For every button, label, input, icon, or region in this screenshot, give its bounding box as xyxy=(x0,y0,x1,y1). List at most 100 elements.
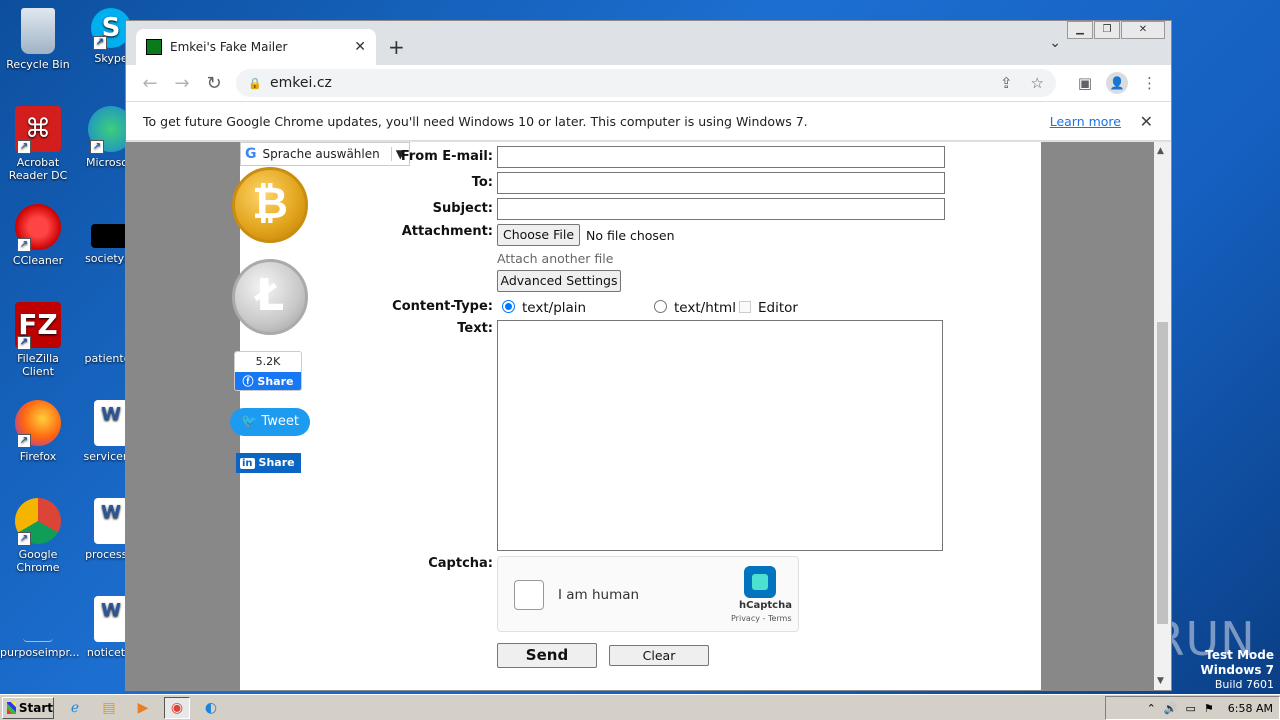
desktop-icon-firefox[interactable]: ↗ Firefox xyxy=(0,400,76,463)
litecoin-icon[interactable]: Ł xyxy=(232,259,308,335)
taskbar-explorer-icon[interactable]: ▤ xyxy=(96,697,122,719)
tab-close-icon[interactable]: ✕ xyxy=(354,39,366,55)
new-tab-icon[interactable]: + xyxy=(388,35,405,59)
clock[interactable]: 6:58 AM xyxy=(1228,702,1273,715)
desktop-icon-label: Recycle Bin xyxy=(6,58,70,71)
scroll-up-arrow-icon[interactable]: ▲ xyxy=(1157,146,1164,156)
taskbar-chrome-icon[interactable]: ◉ xyxy=(164,696,190,719)
advanced-settings-button[interactable]: Advanced Settings xyxy=(497,270,621,292)
tray-expand-icon[interactable]: ⌃ xyxy=(1147,702,1156,715)
lock-icon[interactable]: 🔒 xyxy=(248,77,262,90)
flag-icon[interactable]: ⚑ xyxy=(1204,702,1214,715)
learn-more-link[interactable]: Learn more xyxy=(1050,114,1121,129)
window-controls: ▁ ❐ ✕ xyxy=(1066,21,1165,39)
editor-checkbox[interactable] xyxy=(739,301,751,313)
share-icon[interactable]: ⇪ xyxy=(1000,74,1013,92)
desktop-icon-recycle-bin[interactable]: Recycle Bin xyxy=(0,8,76,71)
desktop-icon-label: Acrobat Reader DC xyxy=(8,156,68,182)
bitcoin-icon[interactable]: ₿ xyxy=(232,167,308,243)
start-button[interactable]: Start xyxy=(2,696,54,719)
close-window-button[interactable]: ✕ xyxy=(1121,21,1165,39)
desktop-icon-purposeimpr[interactable]: purposeimpr... xyxy=(0,596,80,659)
from-email-input[interactable] xyxy=(497,146,945,168)
browser-toolbar: ← → ↻ 🔒 emkei.cz ⇪ ☆ ▣ 👤 ⋮ xyxy=(126,65,1171,101)
bookmark-star-icon[interactable]: ☆ xyxy=(1031,74,1044,92)
page-scrollbar[interactable]: ▲ ▼ xyxy=(1154,142,1171,690)
desktop-icon-label: purposeimpr... xyxy=(0,646,80,659)
fb-share-button[interactable]: ⓕ Share xyxy=(235,372,301,390)
back-icon[interactable]: ← xyxy=(134,73,166,94)
desktop-icon-chrome[interactable]: ↗ Google Chrome xyxy=(0,498,76,574)
attach-another-file-link[interactable]: Attach another file xyxy=(497,251,613,266)
facebook-share-widget[interactable]: 5.2K ⓕ Share xyxy=(234,351,302,391)
tweet-label: Tweet xyxy=(261,414,299,429)
captcha-privacy-terms-links[interactable]: Privacy - Terms xyxy=(731,614,792,623)
send-button[interactable]: Send xyxy=(497,643,597,668)
text-label: Text: xyxy=(457,321,493,336)
minimize-button[interactable]: ▁ xyxy=(1067,21,1093,39)
profile-icon[interactable]: 👤 xyxy=(1106,72,1128,94)
chrome-window: Emkei's Fake Mailer ✕ + ⌄ ▁ ❐ ✕ ← → ↻ 🔒 … xyxy=(125,20,1172,691)
word-doc-icon: W xyxy=(94,498,128,544)
google-translate-select[interactable]: G Sprache auswählen ▼ xyxy=(240,142,410,166)
address-bar[interactable]: 🔒 emkei.cz ⇪ ☆ xyxy=(236,69,1056,97)
message-textarea[interactable] xyxy=(497,320,943,551)
forward-icon[interactable]: → xyxy=(166,73,198,94)
captcha-label: Captcha: xyxy=(428,556,493,571)
firefox-icon: ↗ xyxy=(15,400,61,448)
text-html-radio[interactable] xyxy=(654,300,667,313)
to-label: To: xyxy=(471,175,493,190)
tab-title: Emkei's Fake Mailer xyxy=(170,40,288,54)
page-viewport: G Sprache auswählen ▼ ₿ Ł 5.2K ⓕ Share 🐦… xyxy=(126,142,1155,690)
taskbar-edge-icon[interactable]: ◐ xyxy=(198,697,224,719)
taskbar-media-player-icon[interactable]: ▶ xyxy=(130,697,156,719)
system-tray: ⌃ 🔊 ▭ ⚑ 6:58 AM xyxy=(1105,696,1280,720)
subject-input[interactable] xyxy=(497,198,945,220)
tab-search-icon[interactable]: ⌄ xyxy=(1049,35,1061,51)
side-panel-icon[interactable]: ▣ xyxy=(1078,74,1092,92)
volume-icon[interactable]: 🔊 xyxy=(1164,702,1178,715)
file-icon xyxy=(23,596,53,642)
linkedin-icon: in xyxy=(240,458,255,469)
watermark-line2: Windows 7 xyxy=(1200,663,1274,677)
linkedin-share-button[interactable]: in Share xyxy=(236,453,301,473)
desktop-icon-filezilla[interactable]: FZ ↗ FileZilla Client xyxy=(0,302,76,378)
filezilla-icon: FZ ↗ xyxy=(15,302,61,350)
network-icon[interactable]: ▭ xyxy=(1186,702,1196,715)
text-html-label: text/html xyxy=(674,300,736,316)
to-input[interactable] xyxy=(497,172,945,194)
fb-share-label: Share xyxy=(257,375,294,388)
watermark-line1: Test Mode xyxy=(1205,648,1274,662)
infobar-close-icon[interactable]: ✕ xyxy=(1140,112,1153,131)
recycle-bin-icon xyxy=(21,8,55,54)
desktop-icon-acrobat[interactable]: ⌘ ↗ Acrobat Reader DC xyxy=(0,106,76,182)
subject-label: Subject: xyxy=(432,201,493,216)
infobar-text: To get future Google Chrome updates, you… xyxy=(143,113,808,129)
editor-label: Editor xyxy=(758,300,798,316)
scroll-down-arrow-icon[interactable]: ▼ xyxy=(1157,676,1164,686)
desktop-icon-label: Google Chrome xyxy=(16,548,60,574)
choose-file-button[interactable]: Choose File xyxy=(497,224,580,246)
from-email-label: From E-mail: xyxy=(400,149,493,164)
attachment-label: Attachment: xyxy=(401,224,493,239)
tweet-button[interactable]: 🐦 Tweet xyxy=(230,408,310,436)
favicon-icon xyxy=(146,39,162,55)
fb-share-count: 5.2K xyxy=(235,352,301,372)
text-plain-label: text/plain xyxy=(522,300,587,316)
start-label: Start xyxy=(18,700,53,715)
captcha-checkbox[interactable] xyxy=(514,580,544,610)
hcaptcha-widget: I am human hCaptcha Privacy - Terms xyxy=(497,556,799,632)
update-infobar: To get future Google Chrome updates, you… xyxy=(126,101,1171,141)
text-plain-radio[interactable] xyxy=(502,300,515,313)
scrollbar-thumb[interactable] xyxy=(1157,322,1168,624)
taskbar-ie-icon[interactable]: ℯ xyxy=(62,697,88,719)
linkedin-share-label: Share xyxy=(258,456,295,469)
maximize-button[interactable]: ❐ xyxy=(1094,21,1120,39)
menu-icon[interactable]: ⋮ xyxy=(1142,74,1157,92)
hcaptcha-logo-icon xyxy=(744,566,776,598)
browser-tab[interactable]: Emkei's Fake Mailer ✕ xyxy=(136,29,376,65)
desktop-icon-ccleaner[interactable]: ↗ CCleaner xyxy=(0,204,76,267)
clear-button[interactable]: Clear xyxy=(609,645,709,666)
hcaptcha-brand: hCaptcha xyxy=(739,600,792,611)
reload-icon[interactable]: ↻ xyxy=(198,73,230,94)
